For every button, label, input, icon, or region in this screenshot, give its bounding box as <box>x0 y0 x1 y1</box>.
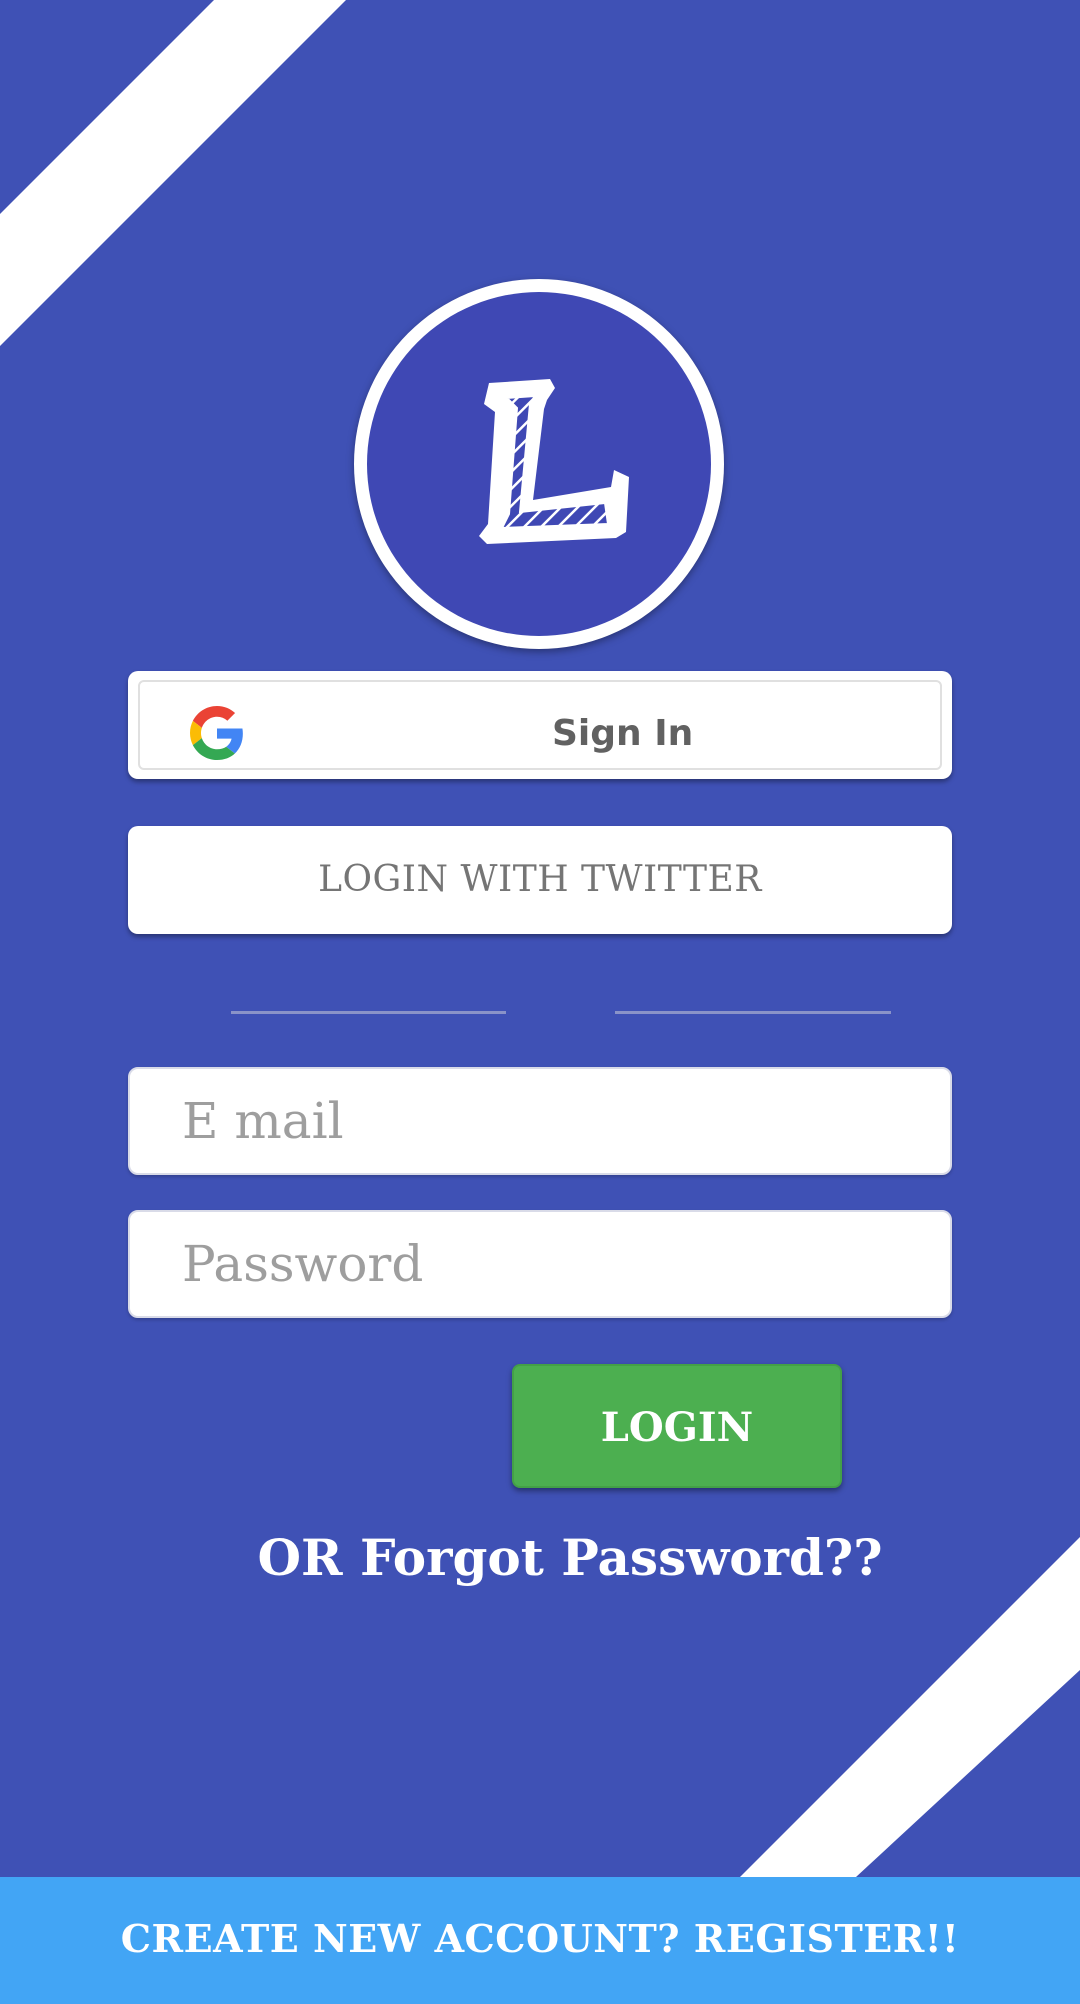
email-field-container <box>128 1067 952 1175</box>
google-g-icon <box>190 706 243 760</box>
top-left-stripe <box>0 0 346 346</box>
google-signin-inner: Sign In <box>138 680 942 770</box>
login-button[interactable]: LOGIN <box>512 1364 842 1488</box>
twitter-login-button[interactable]: LOGIN WITH TWITTER <box>128 826 952 934</box>
password-field-container <box>128 1210 952 1318</box>
hatched-letter-l-logo-icon <box>479 379 629 544</box>
register-button[interactable]: CREATE NEW ACCOUNT? REGISTER!! <box>0 1877 1080 2004</box>
app-logo-badge <box>367 292 711 636</box>
divider-left <box>231 1011 506 1014</box>
app-logo <box>354 279 724 649</box>
email-field[interactable] <box>182 1069 922 1173</box>
google-signin-label: Sign In <box>552 713 694 754</box>
password-field[interactable] <box>182 1212 922 1316</box>
forgot-password-link[interactable]: OR Forgot Password?? <box>240 1520 900 1596</box>
divider-right <box>615 1011 891 1014</box>
google-signin-button[interactable]: Sign In <box>128 671 952 779</box>
